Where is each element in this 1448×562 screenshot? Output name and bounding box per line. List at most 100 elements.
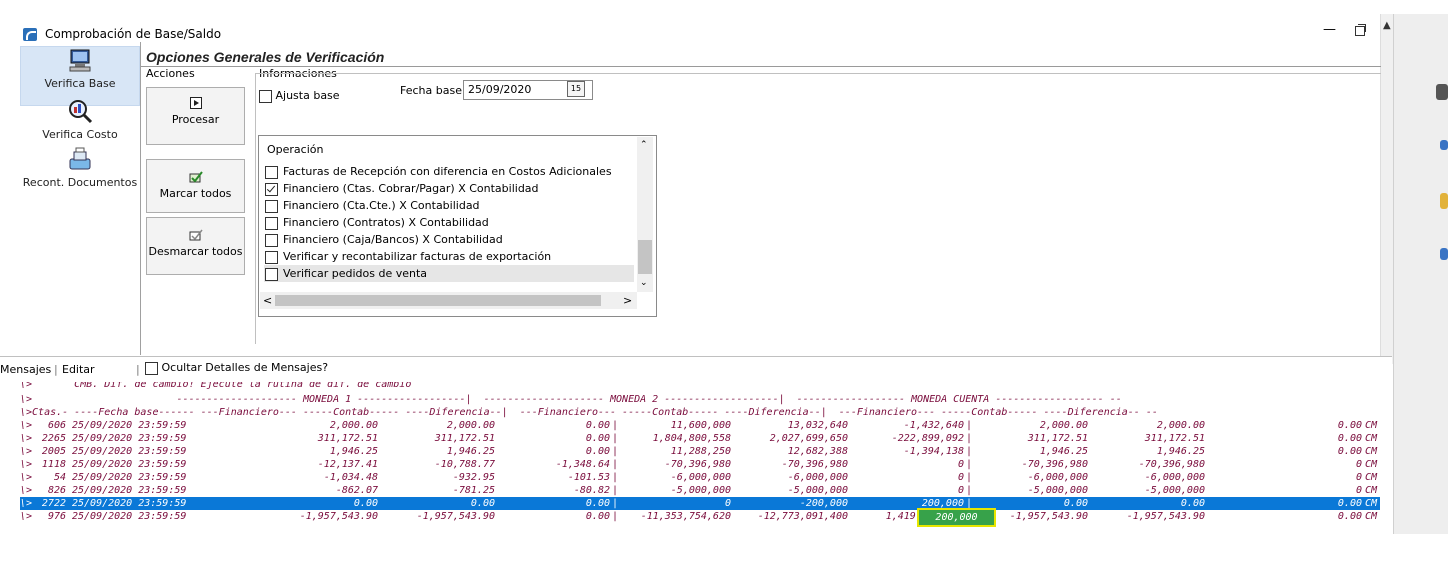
operacion-item[interactable]: Financiero (Cta.Cte.) X Contabilidad [264,197,634,214]
value-cell: -70,396,980 [781,459,848,470]
value-cell: -6,000,000 [1144,472,1205,483]
console-row[interactable]: \> 54 25/09/2020 23:59:59 -1,034.48 -932.95 -… [20,471,1380,484]
desmarcar-label: Desmarcar todos [148,245,243,258]
operacion-item-label: Verificar y recontabilizar facturas de e… [283,250,552,263]
procesar-button[interactable]: Procesar [146,87,245,145]
marcar-todos-button[interactable]: Marcar todos [146,159,245,213]
value-cell: 311,172.51 [1027,433,1088,444]
section-title: Opciones Generales de Verificación [146,49,385,65]
value-cell: -781.25 [452,485,495,496]
scroll-left-icon[interactable]: < [263,294,272,307]
value-cell: -12,137.41 [317,459,378,470]
console-prompt: \> [20,498,33,509]
fecha-cell: 25/09/2020 23:59:59 [72,498,187,509]
fecha-cell: 25/09/2020 23:59:59 [72,472,187,483]
value-cell: 13,032,640 [787,420,848,431]
cash-register-icon [69,147,91,170]
console-row[interactable]: \> 2265 25/09/2020 23:59:59 311,172.51 311,1… [20,432,1380,445]
console-row[interactable]: \> 2005 25/09/2020 23:59:59 1,946.25 1,946.2… [20,445,1380,458]
operacion-item[interactable]: Financiero (Caja/Bancos) X Contabilidad [264,231,634,248]
value-cell: -10,788.77 [434,459,495,470]
checkbox-box[interactable] [259,89,272,103]
calendar-icon[interactable]: 15 [567,81,585,97]
scroll-up-icon[interactable]: ▲ [1383,20,1391,31]
cta-cell: 2265 [41,433,66,444]
tab-editar[interactable]: Editar [62,363,95,376]
cta-cell: 976 [47,511,66,522]
column-separator: | [612,472,619,483]
checkbox-box[interactable] [265,200,278,213]
operacion-item[interactable]: Verificar y recontabilizar facturas de e… [264,248,634,265]
column-separator: | [612,446,619,457]
value-cell: 0.00 [353,498,378,509]
window-scrollbar[interactable] [1380,14,1393,364]
fecha-cell: 25/09/2020 23:59:59 [72,446,187,457]
value-cell: -932.95 [452,472,495,483]
console-row[interactable]: \> 1118 25/09/2020 23:59:59 -12,137.41 -10,7… [20,458,1380,471]
tag-cell: CM [1365,472,1378,483]
column-separator: | [612,459,619,470]
cta-cell: 606 [47,420,66,431]
value-cell: 11,288,250 [670,446,731,457]
tag-cell: CM [1365,420,1378,431]
column-separator: | [612,511,619,522]
value-cell: 0.00 [1337,446,1362,457]
value-cell: -5,000,000 [787,485,848,496]
checkbox-box[interactable] [265,251,278,264]
scroll-right-icon[interactable]: > [623,294,632,307]
column-separator: | [966,472,973,483]
value-cell: -1,957,543.90 [1009,511,1088,522]
operacion-item-selected[interactable]: Verificar pedidos de venta [264,265,634,282]
value-cell: -1,432,640 [903,420,964,431]
value-cell: 0 [957,485,964,496]
value-cell: -5,000,000 [670,485,731,496]
console-row[interactable]: \> 606 25/09/2020 23:59:59 2,000.00 2,000.00… [20,419,1380,432]
scroll-down-icon[interactable]: ⌄ [640,278,648,288]
operacion-item[interactable]: Financiero (Contratos) X Contabilidad [264,214,634,231]
value-cell: 0 [724,498,731,509]
unchecked-box-icon [189,229,203,241]
cta-cell: 2722 [41,498,66,509]
value-cell: -200,000 [799,498,848,509]
checkbox-box[interactable] [265,217,278,230]
checkbox-box[interactable] [145,361,158,375]
console-line: \> CMB. Dif. de cambio! Ejecute la rutin… [20,382,412,390]
column-separator: | [966,420,973,431]
cta-cell: 1118 [41,459,66,470]
tab-mensajes[interactable]: Mensajes [0,363,51,376]
value-cell: 0.00 [1337,511,1362,522]
column-separator: | [612,498,619,509]
operacion-item[interactable]: Financiero (Ctas. Cobrar/Pagar) X Contab… [264,180,634,197]
value-cell: -1,034.48 [323,472,378,483]
nav-verifica-base[interactable]: Verifica Base [20,46,140,106]
checkbox-box[interactable] [265,166,278,179]
checkbox-box[interactable] [265,268,278,281]
desmarcar-todos-button[interactable]: Desmarcar todos [146,217,245,275]
console-row-selected[interactable]: \> 2722 25/09/2020 23:59:59 0.00 0.00 0.00 0 -2… [20,497,1380,510]
scrollbar-thumb[interactable] [275,295,601,306]
operacion-item-label: Facturas de Recepción con diferencia en … [283,165,612,178]
value-cell: -101.53 [567,472,610,483]
scroll-up-icon[interactable]: ⌃ [640,140,648,150]
maximize-button[interactable] [1355,24,1366,36]
minimize-button[interactable]: — [1323,22,1336,37]
ocultar-detalles-checkbox[interactable]: Ocultar Detalles de Mensajes? [145,361,328,375]
console-row[interactable]: \> 826 25/09/2020 23:59:59 -862.07 -781.25 -8… [20,484,1380,497]
operacion-item-label: Financiero (Caja/Bancos) X Contabilidad [283,233,503,246]
messages-console[interactable]: \> CMB. Dif. de cambio! Ejecute la rutin… [20,382,1380,534]
cta-cell: 2005 [41,446,66,457]
scrollbar-thumb[interactable] [638,240,652,274]
console-row[interactable]: \> 976 25/09/2020 23:59:59 -1,957,543.90 -1,… [20,510,1380,523]
column-separator: | [966,459,973,470]
checkbox-box[interactable] [265,234,278,247]
operacion-item[interactable]: Facturas de Recepción con diferencia en … [264,163,634,180]
value-cell: 1,804,800,558 [652,433,731,444]
operacion-item-label: Financiero (Contratos) X Contabilidad [283,216,489,229]
value-cell: 1,946.25 [446,446,495,457]
checkbox-box-checked[interactable] [265,183,278,196]
nav-verifica-costo[interactable]: Verifica Costo [20,98,140,141]
nav-recont-documentos[interactable]: Recont. Documentos [20,146,140,189]
console-line: \> -------------------- MONEDA 1 -------… [20,394,1122,405]
ajusta-base-checkbox[interactable]: Ajusta base [259,89,340,103]
tag-cell: CM [1365,511,1378,522]
